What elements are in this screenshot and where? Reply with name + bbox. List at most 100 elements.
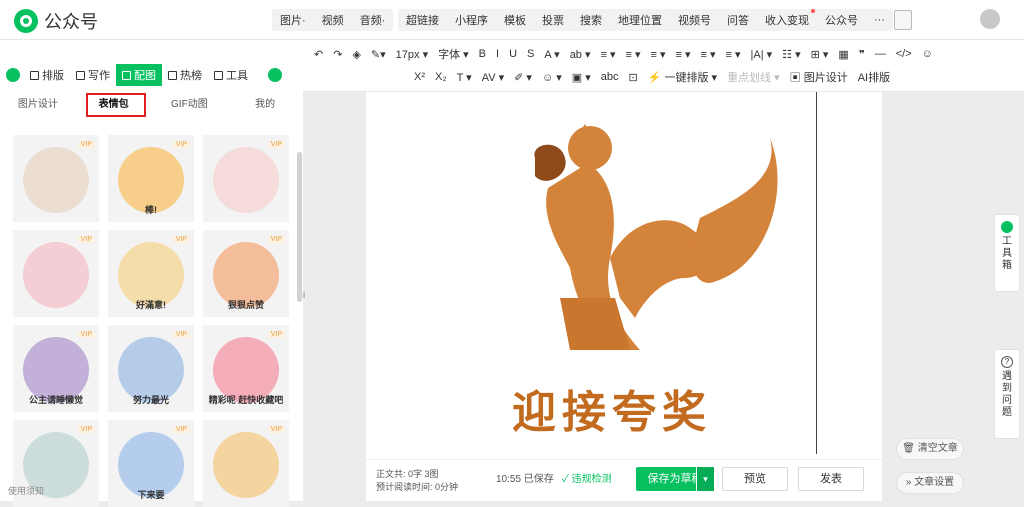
tab-tools[interactable]: 工具 [208,64,254,86]
sticker-dancer[interactable]: VIP 狠狠点赞 [203,230,289,317]
feature-hyperlink[interactable]: 超链接 [398,12,447,28]
row1-tool-17[interactable]: ≡ ▾ [721,48,746,61]
row2-tool-10[interactable]: 重点划线 ▾ [722,69,785,85]
feature-search[interactable]: 搜索 [572,12,610,28]
sticker-goat[interactable]: VIP [13,135,99,222]
feature-qa[interactable]: 问答 [719,12,757,28]
collapse-handle[interactable]: ‖ [302,290,308,306]
preview-button[interactable]: 预览 [722,467,788,491]
layout-icon [30,70,39,80]
violation-check[interactable]: ✓ 违规检测 [562,470,612,485]
article-settings-button[interactable]: » 文章设置 [896,472,964,494]
row2-tool-0[interactable]: X² [409,71,430,83]
app-name: 公众号 [44,12,98,32]
row1-tool-16[interactable]: ≡ ▾ [696,48,721,61]
row1-tool-8[interactable]: U [504,48,522,60]
row1-tool-5[interactable]: 字体 ▾ [433,46,474,62]
row1-tool-25[interactable]: ☺ [917,48,938,60]
row1-tool-13[interactable]: ≡ ▾ [621,48,646,61]
plugin-logo-icon[interactable] [6,68,20,82]
row1-tool-9[interactable]: S [522,48,539,60]
row2-tool-5[interactable]: ☺ ▾ [537,71,567,84]
sticker-caption: 努力最光 [132,395,169,405]
row1-tool-21[interactable]: ▦ [833,48,853,61]
row2-tool-8[interactable]: ⊡ [624,71,643,84]
help-button[interactable]: ? 遇到问题 [994,349,1020,439]
row1-tool-22[interactable]: ❞ [854,48,870,61]
sticker-bunny[interactable]: VIP [203,135,289,222]
row2-tool-12[interactable]: AI排版 [853,69,895,85]
insert-image[interactable]: 图片· [272,12,314,28]
sticker-catgirl[interactable]: VIP 好滿意! [108,230,194,317]
row2-tool-11[interactable]: ▣ 图片设计 [785,69,853,85]
row1-tool-0[interactable]: ↶ [309,48,328,61]
tab-trending[interactable]: 热榜 [162,64,208,86]
row1-tool-2[interactable]: ◈ [347,48,365,61]
row2-tool-9[interactable]: ⚡ 一键排版 ▾ [643,69,722,85]
feature-template[interactable]: 模板 [496,12,534,28]
mobile-preview-icon[interactable] [894,10,912,30]
row1-tool-19[interactable]: ☷ ▾ [777,48,805,61]
tab-layout[interactable]: 排版 [24,64,70,86]
sticker-pink-girl[interactable]: VIP 精彩呢 赶快收藏吧 [203,325,289,412]
sticker-boy-blue[interactable]: VIP 努力最光 [108,325,194,412]
logo[interactable]: 公众号 [14,8,98,34]
avatar[interactable] [980,9,1000,29]
insert-video[interactable]: 视频 [314,12,352,28]
notification-dot [811,9,815,13]
pen-icon [76,70,85,80]
subtab-gif[interactable]: GIF动图 [152,93,228,117]
row1-tool-14[interactable]: ≡ ▾ [646,48,671,61]
sticker-pig[interactable]: VIP [13,230,99,317]
row1-tool-4[interactable]: 17px ▾ [391,48,433,61]
row2-tool-2[interactable]: T ▾ [452,71,477,84]
feature-vote[interactable]: 投票 [534,12,572,28]
scrollbar[interactable] [297,152,302,302]
feature-location[interactable]: 地理位置 [610,12,670,28]
feature-more[interactable]: ··· [866,14,893,26]
row1-tool-15[interactable]: ≡ ▾ [671,48,696,61]
help-label: 遇到问题 [1002,371,1012,418]
feature-official-account[interactable]: 公众号 [817,12,866,28]
usage-tip[interactable]: 使用须知 [8,484,44,497]
feature-channels[interactable]: 视频号 [670,12,719,28]
sticker-blue-kid[interactable]: VIP 下来要 [108,420,194,507]
publish-button[interactable]: 发表 [798,467,864,491]
sticker-purple-girl[interactable]: VIP 公主请睡懒觉 [13,325,99,412]
tab-write[interactable]: 写作 [70,64,116,86]
tab-trending-label: 热榜 [180,70,202,82]
plugin-toggle[interactable] [268,68,282,82]
insert-audio[interactable]: 音频· [352,12,394,28]
row1-tool-24[interactable]: </> [891,48,917,60]
row2-tool-1[interactable]: X₂ [430,71,452,83]
row2-tool-6[interactable]: ▣ ▾ [567,71,596,84]
subtab-image-design[interactable]: 图片设计 [0,93,76,117]
row1-tool-11[interactable]: ab ▾ [565,48,596,61]
row1-tool-3[interactable]: ✎▾ [366,48,391,61]
tab-images[interactable]: 配图 [116,64,162,86]
vip-badge: VIP [77,426,95,433]
toolbar-row-2: X² X₂ T ▾ AV ▾ ✐ ▾ ☺ ▾ ▣ ▾ abc ⊡ ⚡ 一键排版 ▾ 重点划线 ▾ ▣ … [409,66,895,88]
squirrel-illustration [534,124,778,350]
row1-tool-10[interactable]: A ▾ [539,48,564,61]
help-icon: ? [1001,356,1013,368]
feature-miniprogram[interactable]: 小程序 [447,12,496,28]
sticker-kids-bang[interactable]: VIP 棒! [108,135,194,222]
row1-tool-18[interactable]: |A| ▾ [746,48,778,61]
row1-tool-6[interactable]: B [474,48,491,60]
feature-monetize[interactable]: 收入变现 [757,9,817,28]
row1-tool-20[interactable]: ⊞ ▾ [806,48,834,61]
row2-tool-7[interactable]: abc [596,71,624,83]
row2-tool-3[interactable]: AV ▾ [477,71,509,84]
clear-article-button[interactable]: 🗑 清空文章 [896,438,964,460]
sticker-balloon[interactable]: VIP [203,420,289,507]
vip-badge: VIP [77,141,95,148]
row1-tool-23[interactable]: — [870,48,891,60]
row2-tool-4[interactable]: ✐ ▾ [509,71,537,84]
row1-tool-1[interactable]: ↷ [328,48,347,61]
row1-tool-12[interactable]: ≡ ▾ [596,48,621,61]
subtab-mine[interactable]: 我的 [227,93,303,117]
toolbox-panel-button[interactable]: 工具箱 [994,214,1020,292]
row1-tool-7[interactable]: I [491,48,504,60]
save-dropdown-button[interactable]: ▾ [696,467,714,491]
